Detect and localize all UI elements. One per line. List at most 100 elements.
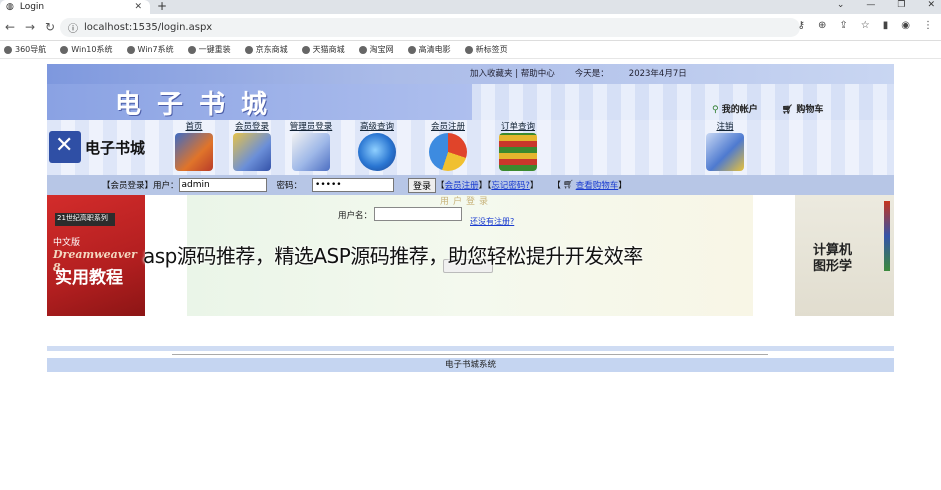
- top-links: 加入收藏夹 | 帮助中心 今天是： 2023年4月7日: [470, 67, 687, 79]
- new-tab-button[interactable]: +: [157, 0, 167, 13]
- bookmark-item[interactable]: 新标签页: [464, 44, 508, 55]
- bracket: 【: [436, 181, 445, 191]
- bookmark-item[interactable]: 一键重装: [187, 44, 231, 55]
- bookmark-item[interactable]: 淘宝网: [358, 44, 394, 55]
- globe-search-icon: [358, 133, 396, 171]
- member-login-bar: 【会员登录】用户： 密码： 登录 【 会员注册 】【 忘记密码? 】 【 🛒︎ …: [47, 175, 894, 195]
- share-icon[interactable]: ⇪: [839, 20, 847, 31]
- bookmark-icon: [244, 45, 253, 54]
- bookmark-item[interactable]: 京东商城: [244, 44, 288, 55]
- footer: 电子书城系统: [47, 358, 894, 372]
- nav-row: 电子书城 首页 会员登录 管理员登录 高级查询 会员注册 订单查询 注销: [47, 120, 894, 175]
- logo-mark-icon: [49, 131, 81, 163]
- forgot-password-link[interactable]: 忘记密码?: [491, 179, 530, 191]
- username-input[interactable]: [178, 178, 267, 192]
- logo-text: 电子书城: [85, 138, 146, 157]
- restore-icon[interactable]: ❐: [897, 0, 905, 10]
- zoom-icon[interactable]: ⊕: [818, 20, 826, 31]
- bracket: 】: [618, 181, 627, 191]
- close-tab-icon[interactable]: ✕: [134, 2, 142, 12]
- overlay-caption: asp源码推荐，精选ASP源码推荐，助您轻松提升开发效率: [143, 244, 643, 268]
- book-title-right: 计算机 图形学: [813, 243, 853, 274]
- tab-title: Login: [19, 2, 45, 12]
- nav-advanced-search[interactable]: 高级查询: [354, 120, 400, 171]
- bracket: 】【: [478, 181, 492, 191]
- bookmark-icon: [464, 45, 473, 54]
- browser-tab-strip: ◍ Login ✕ + ⌄ — ❐ ✕: [0, 0, 941, 14]
- bookmark-item[interactable]: 高清电影: [407, 44, 451, 55]
- password-label: 密码：: [276, 181, 303, 191]
- bookmark-icon: [407, 45, 416, 54]
- nav-order-query[interactable]: 订单查询: [495, 120, 541, 171]
- chevron-down-icon[interactable]: ⌄: [837, 0, 845, 10]
- minimize-icon[interactable]: —: [866, 0, 875, 10]
- cart-small-icon: 🛒︎: [562, 180, 574, 190]
- bookmark-item[interactable]: Win7系统: [126, 44, 174, 55]
- window-controls: ⌄ — ❐ ✕: [837, 0, 935, 10]
- my-account-link[interactable]: ⚲ 我的帐户: [712, 102, 758, 115]
- nav-logout[interactable]: 注销: [702, 120, 748, 171]
- bookmark-icon: [301, 45, 310, 54]
- panel-username-input[interactable]: [374, 207, 462, 221]
- footer-divider: [172, 354, 768, 355]
- footer-band: [47, 346, 894, 351]
- address-bar-row: ← → ↻ ⓘ localhost:1535/login.aspx ⚷ ⊕ ⇪ …: [0, 14, 941, 41]
- profile-icon[interactable]: ◉: [901, 20, 910, 31]
- bracket: 】: [529, 181, 539, 191]
- reload-icon[interactable]: ↻: [40, 20, 60, 34]
- bookmarks-bar: 360导航 Win10系统 Win7系统 一键重装 京东商城 天猫商城 淘宝网 …: [0, 41, 941, 59]
- bookmark-icon: [187, 45, 196, 54]
- nav-admin-login[interactable]: 管理员登录: [288, 120, 334, 171]
- account-links: ⚲ 我的帐户 🛒︎ 购物车: [712, 102, 823, 115]
- forward-icon[interactable]: →: [20, 20, 40, 34]
- nav-member-register[interactable]: 会员注册: [425, 120, 471, 171]
- member-login-icon: [233, 133, 271, 171]
- banner: 电子书城 ⚲ 我的帐户 🛒︎ 购物车: [47, 84, 894, 120]
- browser-tab[interactable]: ◍ Login ✕: [0, 0, 150, 14]
- sidepanel-icon[interactable]: ▮: [883, 20, 889, 31]
- book-stack-icon: [499, 133, 537, 171]
- book-series-label: 21世纪高职系列: [55, 213, 115, 226]
- username-label: 用户名：: [338, 211, 373, 221]
- star-icon[interactable]: ☆: [861, 20, 870, 31]
- view-cart-link[interactable]: 查看购物车: [576, 179, 619, 191]
- logout-icon: [706, 133, 744, 171]
- left-book-cover[interactable]: 21世纪高职系列 中文版 Dreamweaver 8 实用教程: [47, 195, 145, 316]
- password-input[interactable]: [312, 178, 395, 192]
- site-logo: 电子书城: [49, 128, 167, 166]
- book-title: 实用教程: [55, 268, 123, 288]
- nav-home[interactable]: 首页: [171, 120, 217, 171]
- login-button[interactable]: 登录: [408, 177, 437, 193]
- url-text: localhost:1535/login.aspx: [84, 22, 213, 33]
- close-window-icon[interactable]: ✕: [927, 0, 935, 10]
- bookmark-icon: [4, 45, 12, 54]
- favorites-help-link[interactable]: 加入收藏夹 | 帮助中心: [470, 67, 555, 79]
- url-field[interactable]: ⓘ localhost:1535/login.aspx: [60, 18, 800, 37]
- book-edition: 中文版: [53, 238, 81, 248]
- panel-title: 用户登录: [440, 197, 493, 207]
- menu-icon[interactable]: ⋮: [923, 20, 933, 31]
- bookmark-item[interactable]: 天猫商城: [301, 44, 345, 55]
- register-chart-icon: [429, 133, 467, 171]
- bookmark-icon: [60, 45, 69, 54]
- member-login-label: 【会员登录】用户：: [102, 181, 179, 191]
- cart-link[interactable]: 🛒︎ 购物车: [782, 102, 824, 115]
- nav-member-login[interactable]: 会员登录: [229, 120, 275, 171]
- brand-title: 电子书城: [115, 90, 284, 120]
- bookstore-page: 加入收藏夹 | 帮助中心 今天是： 2023年4月7日 电子书城 ⚲ 我的帐户 …: [47, 64, 894, 374]
- admin-login-icon: [292, 133, 330, 171]
- back-icon[interactable]: ←: [0, 20, 20, 34]
- register-link[interactable]: 会员注册: [445, 179, 479, 191]
- right-book-cover[interactable]: 计算机 图形学: [795, 195, 894, 316]
- banner-blue-panel: 电子书城: [47, 84, 472, 120]
- info-icon: ⓘ: [68, 24, 78, 35]
- not-registered-link[interactable]: 还没有注册?: [470, 216, 514, 227]
- bookmark-icon: [126, 45, 135, 54]
- bookmark-item[interactable]: Win10系统: [60, 44, 113, 55]
- globe-icon: ◍: [6, 2, 14, 12]
- top-strip: 加入收藏夹 | 帮助中心 今天是： 2023年4月7日: [47, 64, 894, 84]
- today-label: 今天是：: [574, 69, 609, 79]
- bookmark-icon: [358, 45, 367, 54]
- bookmark-item[interactable]: 360导航: [4, 44, 46, 55]
- key-icon[interactable]: ⚷: [798, 20, 805, 31]
